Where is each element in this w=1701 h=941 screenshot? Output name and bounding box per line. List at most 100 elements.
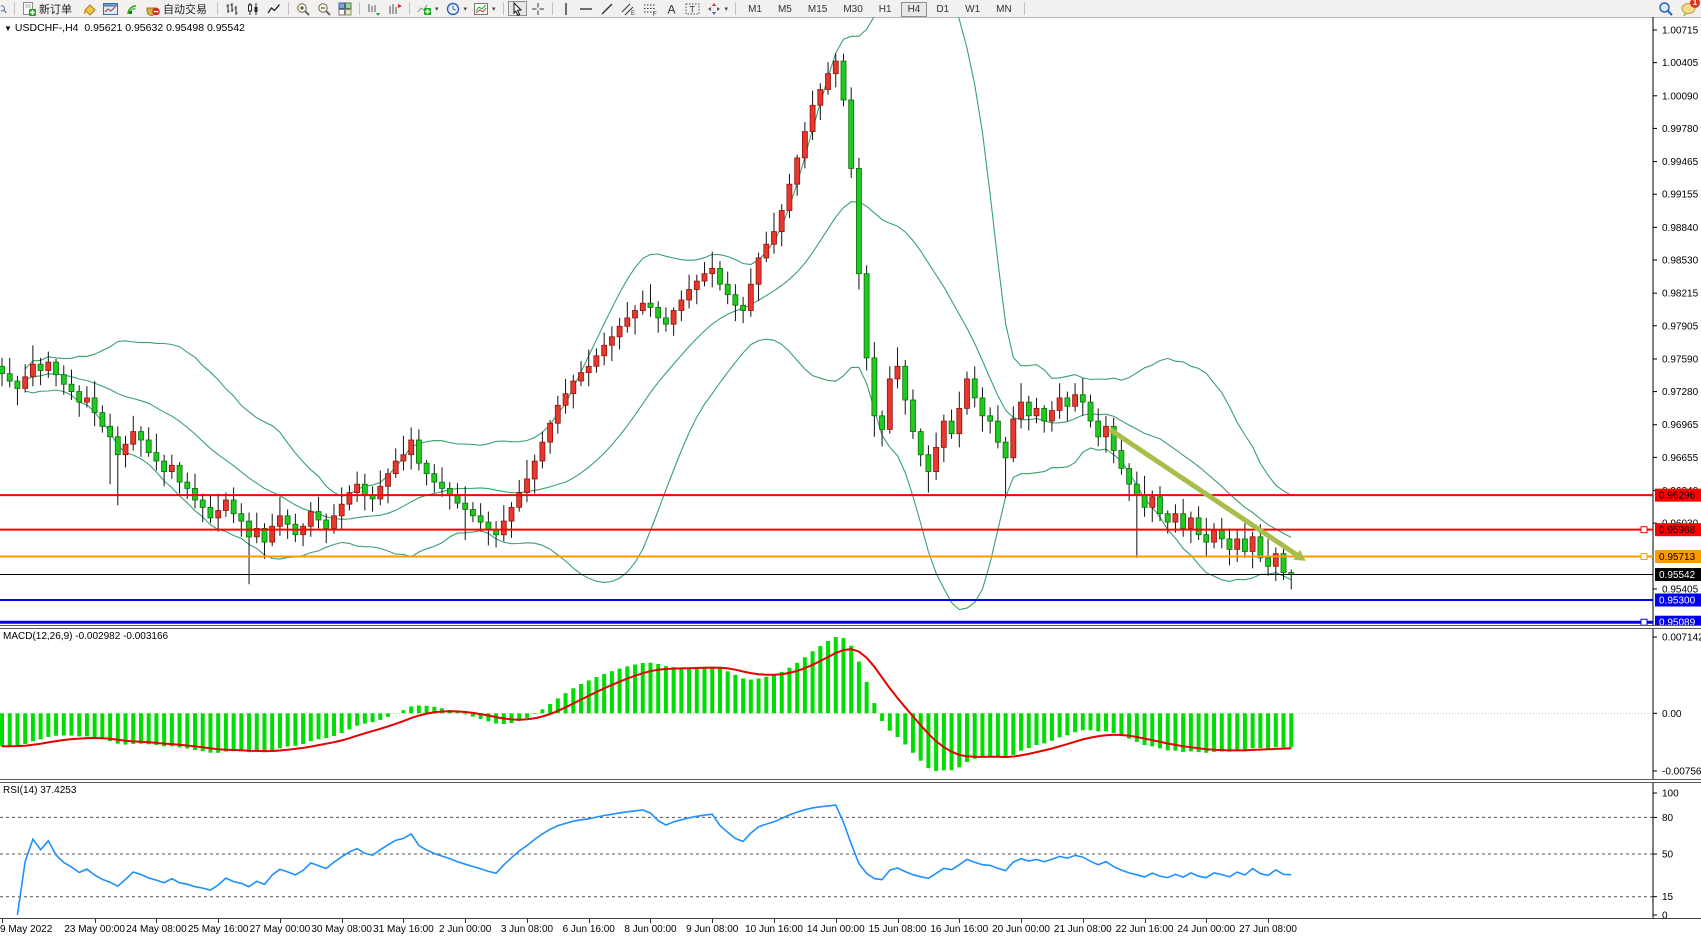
bar-chart-button[interactable] <box>222 1 242 16</box>
time-label: 24 Jun 00:00 <box>1177 924 1235 935</box>
svg-text:0.98215: 0.98215 <box>1662 289 1699 300</box>
time-label: 24 May 08:00 <box>126 924 187 935</box>
symbol-header[interactable]: ▼USDCHF-,H4 0.95621 0.95632 0.95498 0.95… <box>4 22 245 34</box>
svg-text:100: 100 <box>1662 789 1679 800</box>
macd-label: MACD(12,26,9) -0.002982 -0.003166 <box>3 631 168 642</box>
notifications-button[interactable]: 1 <box>1681 2 1696 16</box>
tab-timeframe-m15[interactable]: M15 <box>801 2 834 17</box>
vertical-line-icon <box>560 2 572 16</box>
candlestick-icon <box>246 2 260 16</box>
toolbar-separator <box>409 2 410 15</box>
symbol-menu-icon: ▼ <box>4 24 12 33</box>
styles-button[interactable] <box>79 1 99 16</box>
trendline-button[interactable] <box>597 1 617 16</box>
new-order-button[interactable]: 新订单 <box>19 1 78 16</box>
svg-text:0.00: 0.00 <box>1662 709 1682 720</box>
text-label-icon: T <box>685 2 700 16</box>
chart-window-button[interactable] <box>100 1 121 16</box>
templates-button[interactable]: ▾ <box>471 1 499 16</box>
tab-timeframe-mn[interactable]: MN <box>989 2 1019 17</box>
time-tick <box>712 919 713 923</box>
time-tick <box>589 919 590 923</box>
tab-timeframe-m5[interactable]: M5 <box>771 2 799 17</box>
time-tick <box>342 919 343 923</box>
candlestick-chart-button[interactable] <box>243 1 263 16</box>
zoom-out-button[interactable] <box>314 1 334 16</box>
svg-text:0.97905: 0.97905 <box>1662 321 1699 332</box>
crosshair-button[interactable] <box>528 1 548 16</box>
svg-text:1.00090: 1.00090 <box>1662 91 1699 102</box>
svg-text:80: 80 <box>1662 813 1674 824</box>
macd-plot <box>0 637 1653 771</box>
trendline-icon <box>600 2 614 16</box>
arrows-button[interactable]: ▾ <box>704 1 732 16</box>
auto-scroll-button[interactable] <box>364 1 384 16</box>
tab-timeframe-m1[interactable]: M1 <box>741 2 769 17</box>
toolbar-separator <box>217 2 218 15</box>
tab-timeframe-h1[interactable]: H1 <box>872 2 899 17</box>
time-tick <box>2 919 3 923</box>
time-tick <box>156 919 157 923</box>
svg-text:0.98840: 0.98840 <box>1662 223 1699 234</box>
time-tick <box>527 919 528 923</box>
text-button[interactable]: A <box>662 1 681 16</box>
horizontal-line-button[interactable] <box>576 1 596 16</box>
text-label-button[interactable]: T <box>682 1 703 16</box>
tile-windows-button[interactable] <box>335 1 355 16</box>
fibonacci-button[interactable]: F <box>640 1 661 16</box>
signals-button[interactable] <box>122 1 142 16</box>
line-handle <box>1641 527 1647 533</box>
time-label: 9 Jun 08:00 <box>686 924 738 935</box>
time-label: 27 May 00:00 <box>250 924 311 935</box>
toolbar-separator <box>14 2 15 15</box>
main-chart[interactable]: 1.007151.004051.000900.997800.994650.991… <box>0 17 1701 625</box>
clock-icon <box>446 2 460 16</box>
time-label: 8 Jun 00:00 <box>624 924 676 935</box>
svg-text:0.95089: 0.95089 <box>1659 618 1696 625</box>
time-label: 2 Jun 00:00 <box>439 924 491 935</box>
time-tick <box>898 919 899 923</box>
svg-text:0.97280: 0.97280 <box>1662 387 1699 398</box>
chart-window-icon <box>103 2 118 16</box>
cursor-button[interactable] <box>508 1 527 16</box>
toolbar-separator <box>735 2 736 15</box>
vertical-line-button[interactable] <box>557 1 575 16</box>
svg-text:0.95300: 0.95300 <box>1659 596 1696 607</box>
bar-chart-icon <box>225 2 239 16</box>
svg-text:0.97590: 0.97590 <box>1662 354 1699 365</box>
svg-text:T: T <box>689 4 695 14</box>
time-label: 25 May 16:00 <box>188 924 249 935</box>
paint-bucket-icon <box>82 2 96 16</box>
time-tick <box>1268 919 1269 923</box>
tab-timeframe-d1[interactable]: D1 <box>929 2 956 17</box>
tab-timeframe-w1[interactable]: W1 <box>958 2 987 17</box>
template-icon <box>474 2 488 16</box>
svg-text:0: 0 <box>1662 911 1668 919</box>
tab-timeframe-m30[interactable]: M30 <box>836 2 869 17</box>
line-chart-button[interactable] <box>264 1 284 16</box>
time-tick <box>1083 919 1084 923</box>
periods-button[interactable]: ▾ <box>443 1 471 16</box>
svg-text:0.007142: 0.007142 <box>1662 633 1701 644</box>
time-label: 31 May 16:00 <box>373 924 434 935</box>
chart-shift-button[interactable] <box>385 1 405 16</box>
svg-text:0.96296: 0.96296 <box>1659 491 1696 502</box>
time-tick <box>218 919 219 923</box>
candles <box>0 54 1294 590</box>
indicators-button[interactable]: ▾ <box>414 1 442 16</box>
time-axis[interactable]: 9 May 202223 May 00:0024 May 08:0025 May… <box>0 918 1701 941</box>
search-icon[interactable] <box>0 1 10 16</box>
auto-trading-button[interactable]: 自动交易 <box>143 1 213 16</box>
toolbar-separator <box>552 2 553 15</box>
tab-timeframe-h4[interactable]: H4 <box>901 2 928 17</box>
rsi-panel[interactable]: 1008050150 <box>0 783 1701 918</box>
new-order-label: 新订单 <box>39 1 72 17</box>
macd-panel[interactable]: 0.0071420.00-0.007561 <box>0 629 1701 779</box>
zoom-out-icon <box>317 2 331 16</box>
search-button[interactable] <box>1658 1 1673 16</box>
equidistant-channel-button[interactable]: E <box>618 1 639 16</box>
toolbar-separator <box>1024 2 1025 15</box>
svg-text:0.95968: 0.95968 <box>1659 525 1696 536</box>
time-tick <box>1145 919 1146 923</box>
zoom-in-button[interactable] <box>293 1 313 16</box>
